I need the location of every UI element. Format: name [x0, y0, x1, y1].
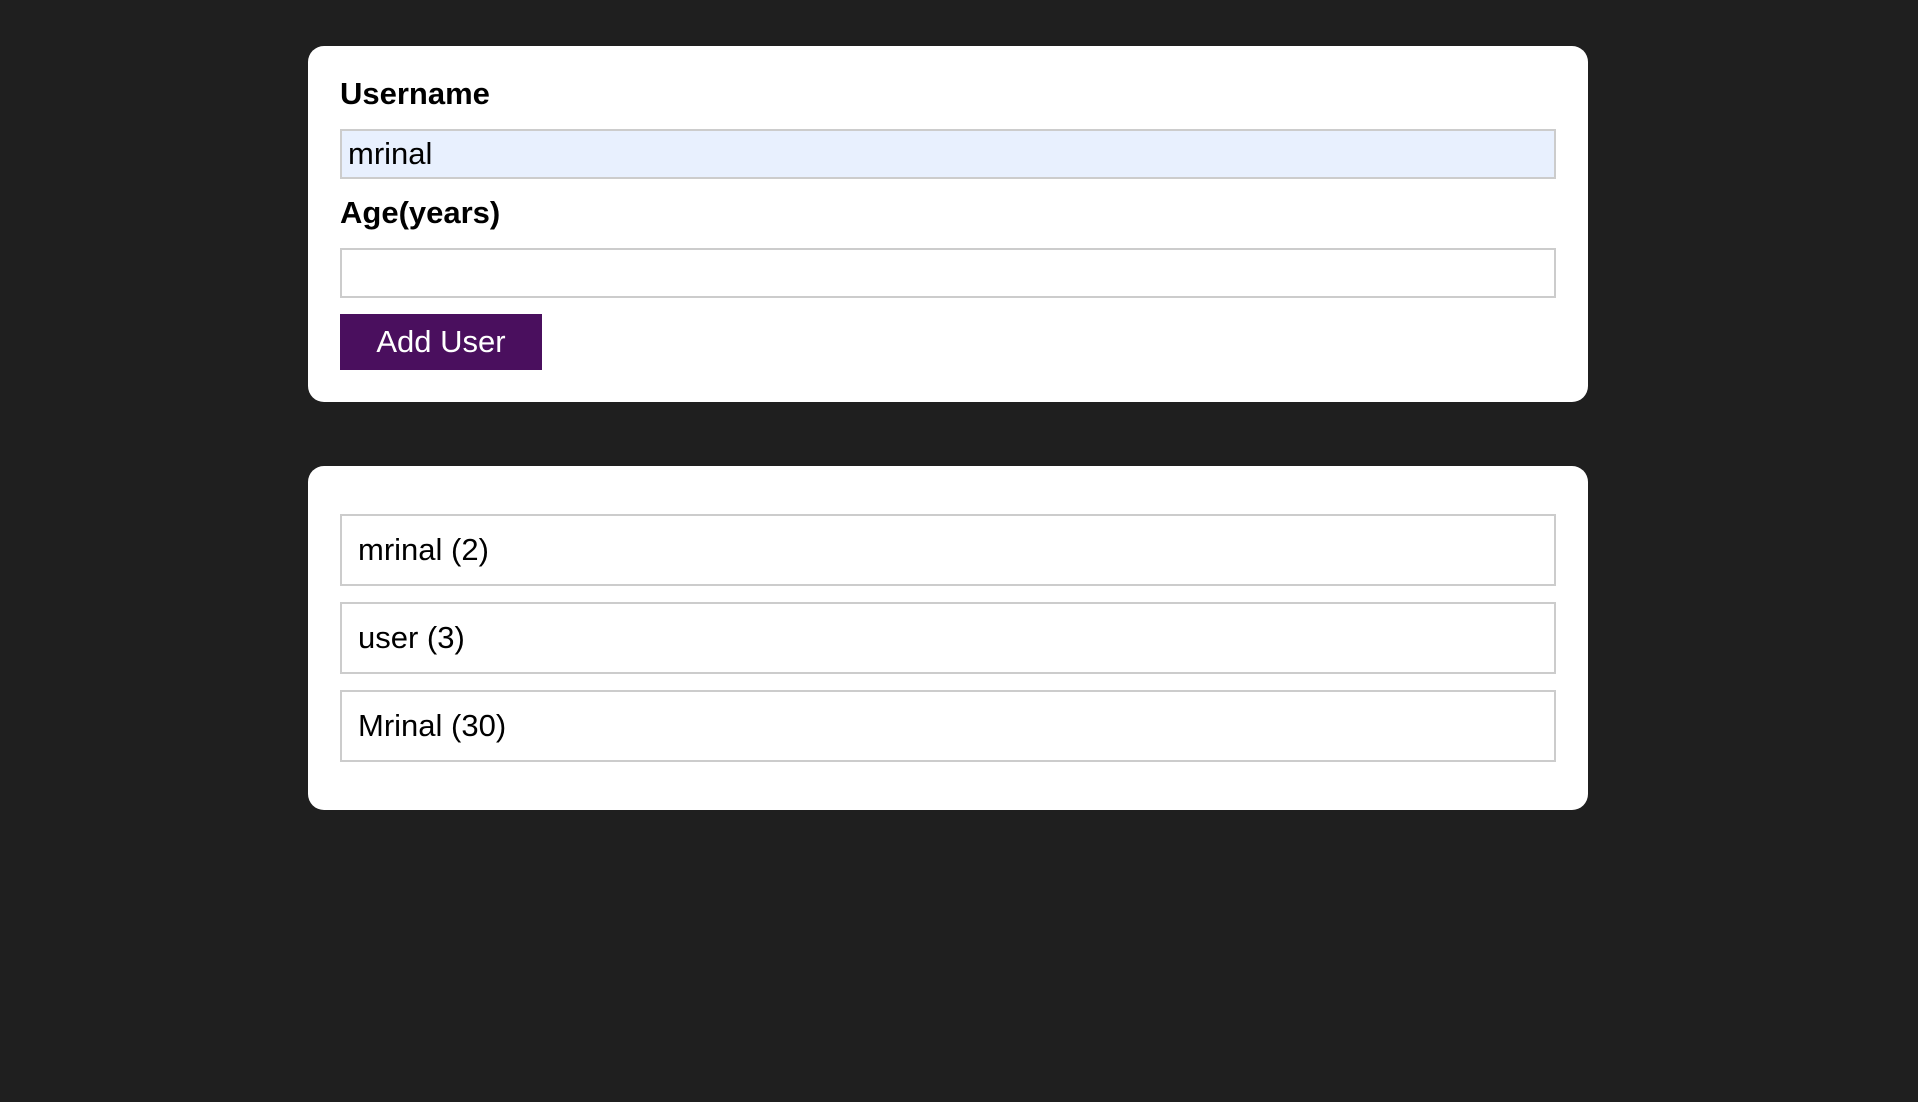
age-input[interactable]	[340, 248, 1556, 298]
username-label: Username	[340, 76, 490, 111]
user-list-item[interactable]: user (3)	[340, 602, 1556, 674]
user-list-item[interactable]: Mrinal (30)	[340, 690, 1556, 762]
add-user-button[interactable]: Add User	[340, 314, 542, 370]
username-input[interactable]	[340, 129, 1556, 179]
add-user-form-card: Username Age(years) Add User	[308, 46, 1588, 402]
age-label: Age(years)	[340, 195, 501, 230]
user-list-item[interactable]: mrinal (2)	[340, 514, 1556, 586]
user-list-card: mrinal (2) user (3) Mrinal (30)	[308, 466, 1588, 810]
user-list: mrinal (2) user (3) Mrinal (30)	[340, 514, 1556, 762]
